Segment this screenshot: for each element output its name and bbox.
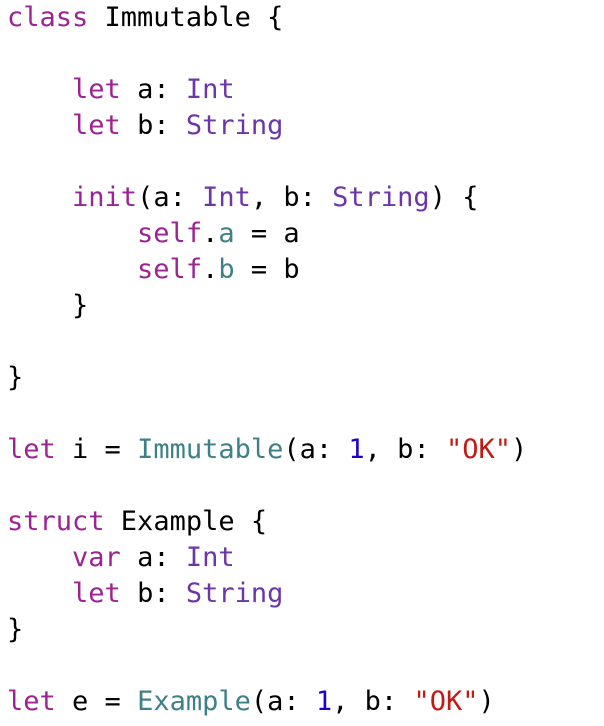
code-line[interactable] [7,36,602,72]
code-token-plain: (a: [137,182,203,213]
code-token-typ: Int [185,542,235,573]
code-line[interactable] [7,324,602,360]
code-line[interactable]: let b: String [7,576,602,612]
code-token-plain: Example { [104,506,268,537]
code-token-typ: String [185,578,284,609]
code-line[interactable]: var a: Int [7,540,602,576]
code-token-typ: String [332,182,430,213]
code-line[interactable]: class Immutable { [7,0,602,36]
code-token-plain: , b: [250,182,333,213]
code-token-prop: a [218,218,235,249]
code-token-kw: let [7,434,56,465]
code-token-plain: } [7,290,89,321]
code-token-kw: var [72,542,121,573]
code-line[interactable]: let e = Example(a: 1, b: "OK") [7,684,602,720]
code-token-kw: self [137,218,203,249]
code-line[interactable]: } [7,360,602,396]
code-line[interactable]: } [7,612,602,648]
code-token-plain: b: [120,110,186,141]
code-token-kw: let [72,110,121,141]
code-token-str: "OK" [445,434,511,465]
code-token-plain: . [202,218,219,249]
code-token-kw: class [7,2,89,33]
code-token-num: 1 [315,686,333,717]
code-token-kw: self [137,254,203,285]
code-token-plain: a: [120,542,186,573]
code-line[interactable]: init(a: Int, b: String) { [7,180,602,216]
code-token-plain: b: [120,578,186,609]
code-token-kw: let [72,74,121,105]
code-token-plain: ) [510,434,528,465]
code-token-plain: ) { [429,182,479,213]
code-editor[interactable]: class Immutable { let a: Int let b: Stri… [7,0,602,726]
code-token-plain: Immutable { [88,2,284,33]
code-token-typ: Int [185,74,235,105]
code-line[interactable] [7,648,602,684]
code-line[interactable]: let a: Int [7,72,602,108]
code-token-plain: . [202,254,219,285]
code-token-fn: Example [137,686,251,717]
code-token-plain: i = [55,434,138,465]
code-token-str: "OK" [413,686,479,717]
code-token-plain: = a [234,218,300,249]
code-token-plain: } [7,362,24,393]
code-token-prop: b [218,254,235,285]
code-token-plain: a: [120,74,186,105]
code-line[interactable] [7,468,602,504]
code-line[interactable]: self.a = a [7,216,602,252]
code-token-plain: , b: [332,686,414,717]
code-token-kw: init [72,182,138,213]
code-line[interactable]: let b: String [7,108,602,144]
code-token-plain: (a: [283,434,349,465]
code-line[interactable] [7,396,602,432]
code-line[interactable]: self.b = b [7,252,602,288]
code-line[interactable]: struct Example { [7,504,602,540]
code-token-num: 1 [348,434,365,465]
code-token-plain: } [7,614,24,645]
code-token-kw: struct [7,506,105,537]
code-token-plain: (a: [250,686,316,717]
code-token-plain: = b [234,254,300,285]
code-token-typ: Int [202,182,251,213]
code-token-kw: let [72,578,121,609]
code-line[interactable]: } [7,288,602,324]
code-token-plain: ) [478,686,495,717]
code-token-typ: String [185,110,284,141]
code-token-plain: , b: [364,434,446,465]
code-token-kw: let [7,686,56,717]
code-line[interactable] [7,144,602,180]
code-line[interactable]: let i = Immutable(a: 1, b: "OK") [7,432,602,468]
code-token-fn: Immutable [137,434,284,465]
code-token-plain: e = [55,686,138,717]
